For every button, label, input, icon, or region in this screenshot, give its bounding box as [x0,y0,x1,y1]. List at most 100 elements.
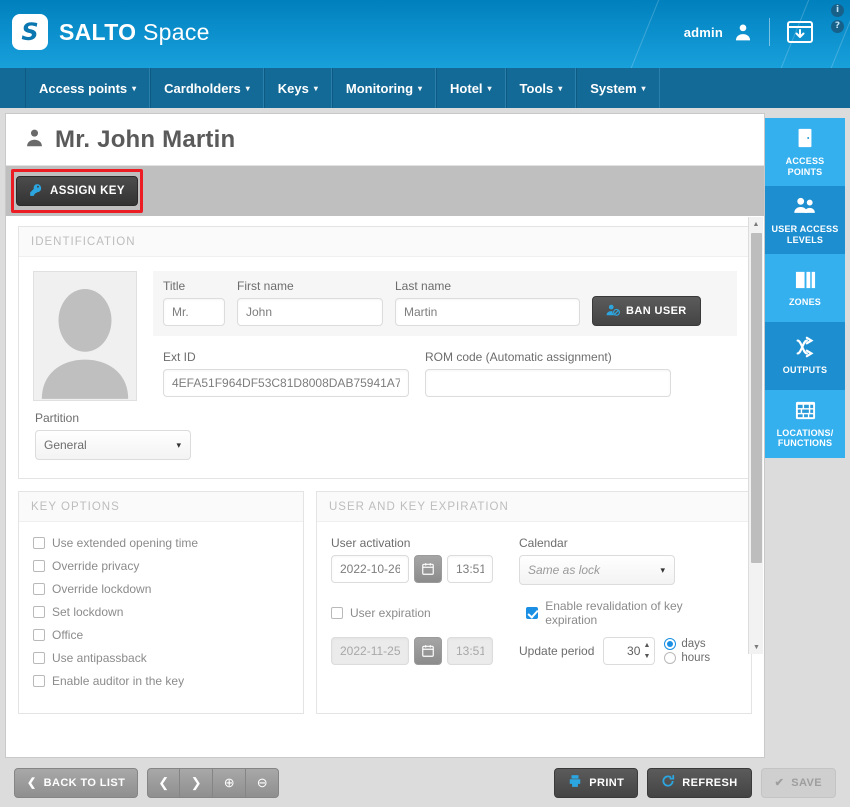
calendar-select[interactable]: Same as lock ▾ [519,555,675,585]
rom-code-input[interactable] [425,369,671,397]
add-record-button[interactable]: ⊕ [213,767,247,798]
chevron-down-icon: ▾ [660,564,665,575]
page-title: Mr. John Martin [55,125,236,153]
assign-key-button[interactable]: ASSIGN KEY [16,176,138,206]
first-name-input[interactable] [237,298,383,326]
partition-value: General [44,438,87,452]
sidebar-item-user-access-levels[interactable]: USER ACCESS LEVELS [765,186,845,254]
identification-fields: Title First name Last name [153,271,737,401]
ext-id-input[interactable] [163,369,409,397]
partition-field-group: Partition General ▾ [33,401,737,462]
key-option-checkbox[interactable]: Override privacy [33,559,289,573]
checkbox-box [33,537,45,549]
menu-item-keys[interactable]: Keys ▾ [263,68,332,108]
checkbox-box [33,560,45,572]
unit-hours-radio[interactable]: hours [664,652,710,664]
key-option-checkbox[interactable]: Office [33,628,289,642]
content-scrollbar[interactable]: ▲ ▼ [748,217,763,654]
menu-item-tools[interactable]: Tools ▾ [505,68,577,108]
ids-row: Ext ID ROM code (Automatic assignment) [153,336,737,397]
user-icon[interactable] [733,22,753,42]
brand-name-light: Space [136,18,210,45]
window-download-icon[interactable] [786,20,814,44]
chevron-down-icon: ▾ [641,83,646,93]
sidebar-item-locations-functions[interactable]: LOCATIONS/ FUNCTIONS [765,390,845,458]
activation-date-input[interactable] [331,555,409,583]
checkbox-box [33,652,45,664]
title-label: Title [163,279,186,293]
cardholder-photo[interactable] [33,271,137,401]
menu-item-access-points[interactable]: Access points ▾ [25,68,151,108]
menu-item-hotel[interactable]: Hotel ▾ [436,68,506,108]
key-option-checkbox[interactable]: Set lockdown [33,605,289,619]
chevron-down-icon: ▾ [487,83,492,93]
ban-user-icon [606,303,620,320]
partition-select[interactable]: General ▾ [35,430,191,460]
info-icon[interactable]: i [831,4,844,17]
refresh-icon [661,774,675,791]
revalidation-checkbox[interactable]: Enable revalidation of key expiration [526,599,737,627]
ban-user-button[interactable]: BAN USER [592,296,701,326]
expiration-time-input[interactable] [447,637,493,665]
stepper-up-icon[interactable]: ▲ [643,642,650,649]
activation-date-row [331,555,493,583]
salto-logo-icon: S [12,14,48,50]
help-icon[interactable]: ? [831,20,844,33]
previous-record-button[interactable]: ❮ [147,767,181,798]
header-right-group: admin [684,18,814,46]
rom-code-field-group: ROM code (Automatic assignment) [425,350,671,397]
identification-body: Title First name Last name [19,257,751,478]
calendar-icon[interactable] [414,555,442,583]
key-option-checkbox[interactable]: Override lockdown [33,582,289,596]
calendar-icon[interactable] [414,637,442,665]
revalidation-label: Enable revalidation of key expiration [545,599,683,627]
user-activation-label: User activation [331,536,411,550]
sidebar-item-access-points[interactable]: ACCESS POINTS [765,118,845,186]
menu-item-system[interactable]: System ▾ [576,68,660,108]
expiration-date-input[interactable] [331,637,409,665]
user-expiration-checkbox[interactable]: User expiration [331,599,500,627]
sidebar-item-zones[interactable]: ZONES [765,254,845,322]
title-field-group: Title [163,279,225,326]
logo[interactable]: S SALTO Space [12,14,210,50]
expiration-header: USER AND KEY EXPIRATION [317,492,751,522]
identification-panel: IDENTIFICATION Title Mr. First name John… [18,226,752,479]
checkbox-box [33,606,45,618]
zones-icon [794,269,817,294]
update-period-label: Update period [519,644,595,658]
key-option-label: Override lockdown [52,582,152,596]
activation-time-input[interactable] [447,555,493,583]
unit-days-radio[interactable]: days [664,638,710,650]
save-button[interactable]: ✔ SAVE [760,767,836,798]
title-input[interactable] [163,298,225,326]
update-period-units: days hours [664,638,710,664]
remove-record-button[interactable]: ⊖ [246,767,280,798]
key-option-checkbox[interactable]: Use extended opening time [33,536,289,550]
expiration-date-row [331,637,493,665]
next-record-button[interactable]: ❯ [180,767,214,798]
update-period-stepper[interactable]: 30 ▲ ▼ [603,637,656,665]
stepper-down-icon[interactable]: ▼ [643,653,650,660]
refresh-button[interactable]: REFRESH [647,767,752,798]
print-button[interactable]: PRINT [554,767,639,798]
chevron-down-icon: ▾ [132,83,137,93]
last-name-input[interactable] [395,298,580,326]
back-to-list-button[interactable]: ❮ BACK TO LIST [14,767,139,798]
menu-item-monitoring[interactable]: Monitoring ▾ [331,68,437,108]
person-placeholder-icon [41,289,129,399]
expiration-middle-row: User expiration Enable revalidation of k… [331,599,737,627]
sidebar-item-outputs[interactable]: OUTPUTS [765,322,845,390]
main-content-panel: Mr. John Martin ASSIGN KEY IDENTIFICATIO… [5,113,765,758]
key-options-header: KEY OPTIONS [19,492,303,522]
print-label: PRINT [589,776,625,789]
scroll-up-icon[interactable]: ▲ [749,217,763,231]
expiration-top-row: User activation Calendar [331,536,737,585]
scroll-down-icon[interactable]: ▼ [749,640,764,654]
scrollbar-thumb[interactable] [751,233,762,563]
menu-items: Access points ▾ Cardholders ▾ Keys ▾ Monitorin… [25,68,850,108]
key-option-checkbox[interactable]: Enable auditor in the key [33,674,289,688]
menu-item-cardholders[interactable]: Cardholders ▾ [150,68,264,108]
unit-days-label: days [681,638,706,650]
key-option-checkbox[interactable]: Use antipassback [33,651,289,665]
page-titlebar: Mr. John Martin [6,114,764,166]
